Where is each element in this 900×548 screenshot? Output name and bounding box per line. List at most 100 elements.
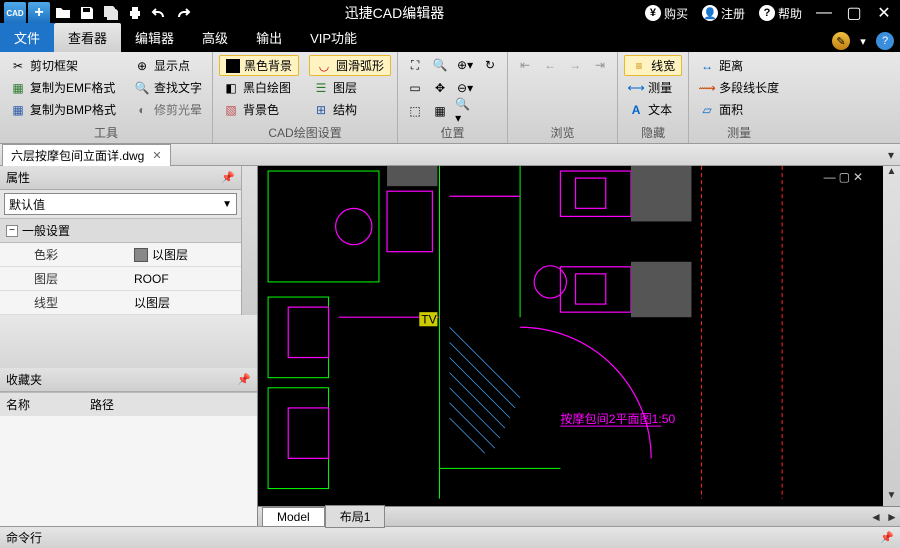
fit-icon[interactable]: ⛶: [404, 55, 426, 75]
select-icon[interactable]: ▭: [404, 78, 426, 98]
pan-icon[interactable]: ✥: [429, 78, 451, 98]
polyline-len-button[interactable]: ⟿多段线长度: [695, 77, 783, 98]
trim-halo-button[interactable]: ◐修剪光晕: [130, 99, 206, 120]
find-text-button[interactable]: 🔍查找文字: [130, 77, 206, 98]
measure-hide-button[interactable]: ⟷测量: [624, 77, 682, 98]
text-hide-button[interactable]: A文本: [624, 99, 682, 120]
bgcolor-button[interactable]: ▧背景色: [219, 99, 299, 120]
fwd-icon[interactable]: →: [564, 55, 586, 75]
tab-layout1[interactable]: 布局1: [325, 505, 386, 528]
saveall-icon[interactable]: [100, 2, 122, 24]
document-tab[interactable]: 六层按摩包间立面详.dwg ✕: [2, 144, 171, 166]
black-bg-button[interactable]: 黑色背景: [219, 55, 299, 76]
document-tab-bar: 六层按摩包间立面详.dwg ✕ ▾: [0, 144, 900, 166]
new-icon[interactable]: +: [28, 2, 50, 24]
vp-max-icon[interactable]: ▢: [839, 170, 850, 184]
structure-icon: ⊞: [313, 102, 329, 118]
menu-editor[interactable]: 编辑器: [121, 23, 188, 52]
zoom-icon[interactable]: 🔍: [429, 55, 451, 75]
titlebar-right: ¥购买 👤注册 ?帮助 — ▢ ✕: [641, 2, 900, 24]
show-point-button[interactable]: ⊕显示点: [130, 55, 206, 76]
extent-icon[interactable]: ⬚: [404, 101, 426, 121]
area-button[interactable]: ▱面积: [695, 99, 783, 120]
favorites-list[interactable]: [0, 416, 257, 526]
group-label-tools: 工具: [6, 122, 206, 143]
vertical-scrollbar[interactable]: ▲ ▼: [883, 166, 900, 506]
copy-bmp-button[interactable]: ▦复制为BMP格式: [6, 99, 120, 120]
scroll-down-icon[interactable]: ▼: [883, 490, 900, 506]
print-icon[interactable]: [124, 2, 146, 24]
structure-button[interactable]: ⊞结构: [309, 99, 391, 120]
tab-dropdown-icon[interactable]: ▾: [882, 148, 900, 162]
general-section[interactable]: − 一般设置: [0, 218, 241, 243]
register-button[interactable]: 👤注册: [698, 5, 749, 22]
default-combo[interactable]: 默认值 ▼: [4, 193, 237, 215]
target-icon: ⊕: [134, 58, 150, 74]
drawing-canvas[interactable]: TV 按摩包间2平面图1:50 — ▢ ✕: [258, 166, 883, 506]
pin-icon[interactable]: 📌: [237, 373, 251, 386]
open-icon[interactable]: [52, 2, 74, 24]
last-icon[interactable]: ⇥: [589, 55, 611, 75]
vp-min-icon[interactable]: —: [824, 170, 836, 184]
layer-button[interactable]: ☰图层: [309, 77, 391, 98]
menu-vip[interactable]: VIP功能: [296, 23, 371, 52]
favorites-columns: 名称 路径: [0, 392, 257, 416]
minimize-button[interactable]: —: [812, 2, 836, 24]
smooth-arc-button[interactable]: ◡圆滑弧形: [309, 55, 391, 76]
ribbon-group-measure: ↔距离 ⟿多段线长度 ▱面积 测量: [689, 52, 789, 143]
svg-text:按摩包间2平面图1:50: 按摩包间2平面图1:50: [560, 411, 675, 426]
menu-output[interactable]: 输出: [242, 23, 296, 52]
distance-button[interactable]: ↔距离: [695, 55, 783, 76]
group-label-measure: 测量: [695, 122, 783, 143]
copy-emf-button[interactable]: ▦复制为EMF格式: [6, 77, 120, 98]
maximize-button[interactable]: ▢: [842, 2, 866, 24]
rotate-icon[interactable]: ↻: [479, 55, 501, 75]
viewport-controls: — ▢ ✕: [824, 170, 863, 184]
back-icon[interactable]: ←: [539, 55, 561, 75]
side-scrollbar[interactable]: [241, 166, 257, 315]
color-swatch: [134, 248, 148, 262]
prev-icon[interactable]: ⇤: [514, 55, 536, 75]
pin-icon[interactable]: 📌: [221, 171, 235, 184]
favorites-header: 收藏夹 📌: [0, 368, 257, 392]
buy-button[interactable]: ¥购买: [641, 5, 692, 22]
prop-row-linetype[interactable]: 线型 以图层: [0, 291, 241, 315]
user-icon: 👤: [702, 5, 718, 21]
menu-advanced[interactable]: 高级: [188, 23, 242, 52]
command-line[interactable]: 命令行 📌: [0, 526, 900, 548]
linewidth-button[interactable]: ≡线宽: [624, 55, 682, 76]
close-button[interactable]: ✕: [872, 2, 896, 24]
zoom2-icon[interactable]: 🔍▾: [454, 101, 476, 121]
pin-icon[interactable]: 📌: [880, 531, 894, 544]
ribbon-group-hide: ≡线宽 ⟷测量 A文本 隐藏: [618, 52, 689, 143]
hscroll-left-icon[interactable]: ◄: [868, 510, 884, 524]
help-round-icon[interactable]: ?: [876, 32, 894, 50]
help-button[interactable]: ?帮助: [755, 5, 806, 22]
prop-row-layer[interactable]: 图层 ROOF: [0, 267, 241, 291]
ribbon-group-position: ⛶ 🔍 ⊕▾ ↻ ▭ ✥ ⊖▾ ⬚ ▦ 🔍▾ 位置: [398, 52, 508, 143]
dropdown-icon[interactable]: ▾: [854, 32, 872, 50]
zoomout-icon[interactable]: ⊖▾: [454, 78, 476, 98]
scroll-up-icon[interactable]: ▲: [883, 166, 900, 182]
save-icon[interactable]: [76, 2, 98, 24]
pencil-icon[interactable]: ✎: [832, 32, 850, 50]
menu-file[interactable]: 文件: [0, 23, 54, 52]
tab-model[interactable]: Model: [262, 507, 325, 527]
text-icon: A: [628, 102, 644, 118]
close-tab-icon[interactable]: ✕: [152, 149, 161, 162]
app-icon[interactable]: CAD: [4, 2, 26, 24]
bw-draw-button[interactable]: ◧黑白绘图: [219, 77, 299, 98]
redo-icon[interactable]: [172, 2, 194, 24]
properties-header: 属性 📌: [0, 166, 241, 190]
crop-frame-button[interactable]: ✂剪切框架: [6, 55, 120, 76]
grid-icon[interactable]: ▦: [429, 101, 451, 121]
undo-icon[interactable]: [148, 2, 170, 24]
linewidth-icon: ≡: [631, 58, 647, 74]
vp-close-icon[interactable]: ✕: [853, 170, 863, 184]
menu-viewer[interactable]: 查看器: [54, 23, 121, 52]
menu-bar: 文件 查看器 编辑器 高级 输出 VIP功能 ✎ ▾ ?: [0, 26, 900, 52]
prop-row-color[interactable]: 色彩 以图层: [0, 243, 241, 267]
zoomin-icon[interactable]: ⊕▾: [454, 55, 476, 75]
collapse-icon[interactable]: −: [6, 225, 18, 237]
hscroll-right-icon[interactable]: ►: [884, 510, 900, 524]
